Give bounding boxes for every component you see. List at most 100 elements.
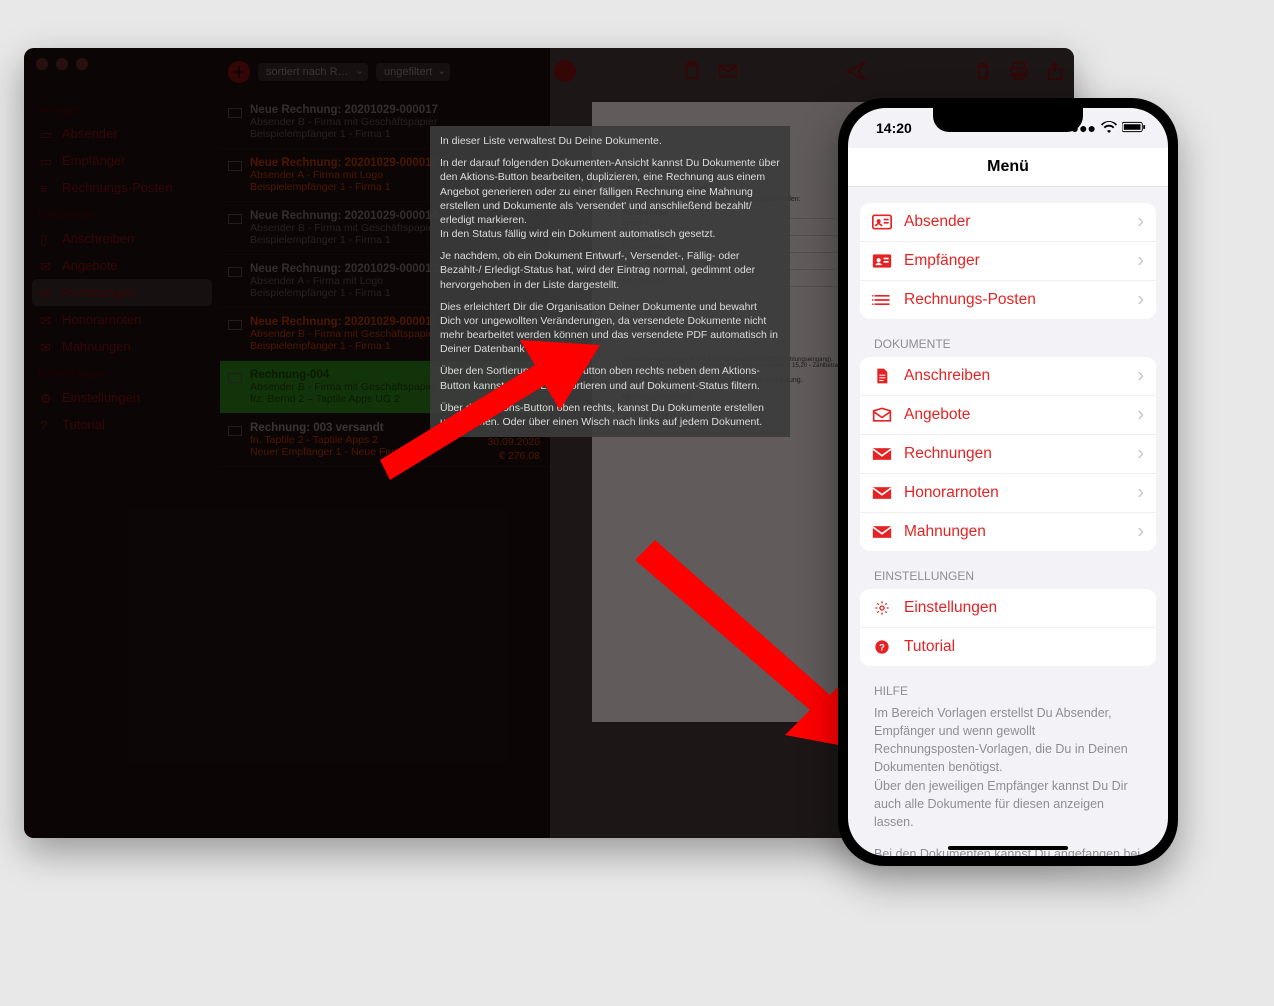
anschreiben-icon xyxy=(872,368,892,384)
iphone-notch xyxy=(933,108,1083,132)
menu-row-label: Einstellungen xyxy=(904,599,997,617)
close-dot[interactable] xyxy=(36,58,48,70)
menu-row-angebote[interactable]: Angebote › xyxy=(860,396,1156,435)
sidebar-item-label: Empfänger xyxy=(62,153,126,168)
sidebar-item-posten[interactable]: ≡ Rechnungs-Posten xyxy=(32,174,212,201)
mahnungen-icon xyxy=(872,524,892,540)
sidebar-item-label: Rechnungen xyxy=(62,285,136,300)
menu-row-label: Angebote xyxy=(904,406,970,424)
chevron-right-icon: › xyxy=(1137,211,1144,234)
sidebar-item-label: Anschreiben xyxy=(62,231,134,246)
envelope-icon xyxy=(228,214,242,224)
section-header-dokumente: DOKUMENTE xyxy=(874,337,1156,351)
mail-icon[interactable] xyxy=(717,60,739,82)
share-icon[interactable] xyxy=(1044,60,1066,82)
envelope-icon xyxy=(228,161,242,171)
rechnungs-posten-icon xyxy=(872,292,892,308)
sidebar-item-label: Honorarnoten xyxy=(62,312,142,327)
help-paragraph: Über den jeweiligen Empfänger kannst Du … xyxy=(874,779,1128,829)
chevron-right-icon: › xyxy=(1137,404,1144,427)
sidebar-item-label: Tutorial xyxy=(62,417,105,432)
sidebar-item-empfaenger[interactable]: ▭ Empfänger xyxy=(32,147,212,174)
zoom-dot[interactable] xyxy=(76,58,88,70)
preview-toolbar xyxy=(554,60,1066,82)
menu-row-rechnungen[interactable]: Rechnungen› xyxy=(860,435,1156,474)
clipboard-icon[interactable] xyxy=(681,60,703,82)
sidebar-item-label: Mahnungen xyxy=(62,339,131,354)
menu-row-rechnungs-posten[interactable]: Rechnungs-Posten› xyxy=(860,281,1156,319)
section-header-einstellungen: EINSTELLUNGEN xyxy=(874,569,1156,583)
iphone-screen: 14:20 ●●●● Menü Absender›Empfänger›Rechn… xyxy=(848,108,1168,856)
help-text: Im Bereich Vorlagen erstellst Du Absende… xyxy=(860,704,1156,856)
svg-text:?: ? xyxy=(879,642,885,652)
menu-row-anschreiben[interactable]: Anschreiben› xyxy=(860,357,1156,396)
menu-group-einstellungen: Einstellungen ?Tutorial xyxy=(860,589,1156,666)
menu-row-label: Mahnungen xyxy=(904,523,986,541)
sidebar-item-label: Rechnungs-Posten xyxy=(62,180,173,195)
sidebar-item-einstellungen[interactable]: ⚙Einstellungen xyxy=(32,384,212,411)
doc-icon: ▯ xyxy=(40,232,54,246)
chevron-right-icon: › xyxy=(1137,289,1144,312)
sidebar-item-honorarnoten[interactable]: ✉ Honorarnoten xyxy=(32,306,212,333)
send-icon[interactable] xyxy=(845,60,867,82)
tooltip-text: In dieser Liste verwaltest Du Deine Doku… xyxy=(440,134,780,148)
menu-row-einstellungen[interactable]: Einstellungen xyxy=(860,589,1156,628)
menu-row-mahnungen[interactable]: Mahnungen › xyxy=(860,513,1156,551)
doc-row-title: Neue Rechnung: 20201029-000017 xyxy=(250,104,540,116)
sidebar-item-angebote[interactable]: ✉Angebote xyxy=(32,252,212,279)
envelope-icon: ✉ xyxy=(40,286,54,300)
envelope-icon xyxy=(228,108,242,118)
angebote-icon xyxy=(872,407,892,423)
trash-icon[interactable] xyxy=(972,60,994,82)
menu-group-dokumente: Anschreiben›Angebote›Rechnungen›Honorarn… xyxy=(860,357,1156,551)
chevron-right-icon: › xyxy=(1137,482,1144,505)
sidebar-section-header: Einstellungen xyxy=(38,368,212,380)
nav-title: Menü xyxy=(848,148,1168,187)
help-paragraph: Im Bereich Vorlagen erstellst Du Absende… xyxy=(874,706,1128,774)
empf-nger-icon xyxy=(872,253,892,269)
window-controls xyxy=(36,58,88,70)
help-icon: ? xyxy=(40,418,54,432)
min-dot[interactable] xyxy=(56,58,68,70)
menu-row-absender[interactable]: Absender› xyxy=(860,203,1156,242)
menu-row-tutorial[interactable]: ?Tutorial xyxy=(860,628,1156,666)
sidebar-item-label: Absender xyxy=(62,126,118,141)
menu-row-empf-nger[interactable]: Empfänger› xyxy=(860,242,1156,281)
annotation-arrow xyxy=(380,340,600,460)
sort-select[interactable]: sortiert nach Rechnu… xyxy=(258,63,368,81)
honorarnoten-icon xyxy=(872,485,892,501)
tutorial-icon: ? xyxy=(872,639,892,655)
print-icon[interactable] xyxy=(1008,60,1030,82)
tooltip-text: In den Status fällig wird ein Dokument a… xyxy=(440,228,715,240)
sidebar-item-mahnungen[interactable]: ✉ Mahnungen xyxy=(32,333,212,360)
section-header-hilfe: HILFE xyxy=(874,684,1156,698)
chevron-right-icon: › xyxy=(1137,443,1144,466)
status-time: 14:20 xyxy=(876,120,912,136)
home-indicator xyxy=(948,846,1068,850)
battery-icon xyxy=(1122,120,1146,136)
sidebar-item-absender[interactable]: ▭Absender xyxy=(32,120,212,147)
menu-row-honorarnoten[interactable]: Honorarnoten› xyxy=(860,474,1156,513)
rechnungen-icon xyxy=(872,446,892,462)
einstellungen-icon xyxy=(872,600,892,616)
sidebar-item-tutorial[interactable]: ? Tutorial xyxy=(32,411,212,438)
card-icon: ▭ xyxy=(40,154,54,168)
envelope-icon xyxy=(228,373,242,383)
tooltip-text: In der darauf folgenden Dokumenten-Ansic… xyxy=(440,157,780,226)
action-button[interactable] xyxy=(554,60,576,82)
envelope-icon: ✉ xyxy=(40,340,54,354)
sidebar-section-header: Vorlagen xyxy=(38,104,212,116)
chevron-right-icon: › xyxy=(1137,521,1144,544)
envelope-icon xyxy=(228,267,242,277)
sidebar-item-rechnungen[interactable]: ✉ Rechnungen xyxy=(32,279,212,306)
sidebar-item-label: Einstellungen xyxy=(62,390,140,405)
sidebar-item-label: Angebote xyxy=(62,258,118,273)
envelope-icon: ✉ xyxy=(40,313,54,327)
add-document-button[interactable] xyxy=(228,61,250,83)
filter-select[interactable]: ungefiltert xyxy=(376,63,450,81)
sidebar-section-header: Dokumente xyxy=(38,209,212,221)
menu-row-label: Anschreiben xyxy=(904,367,990,385)
list-icon: ≡ xyxy=(40,181,54,195)
sidebar-item-anschreiben[interactable]: ▯ Anschreiben xyxy=(32,225,212,252)
wifi-icon xyxy=(1101,120,1117,136)
